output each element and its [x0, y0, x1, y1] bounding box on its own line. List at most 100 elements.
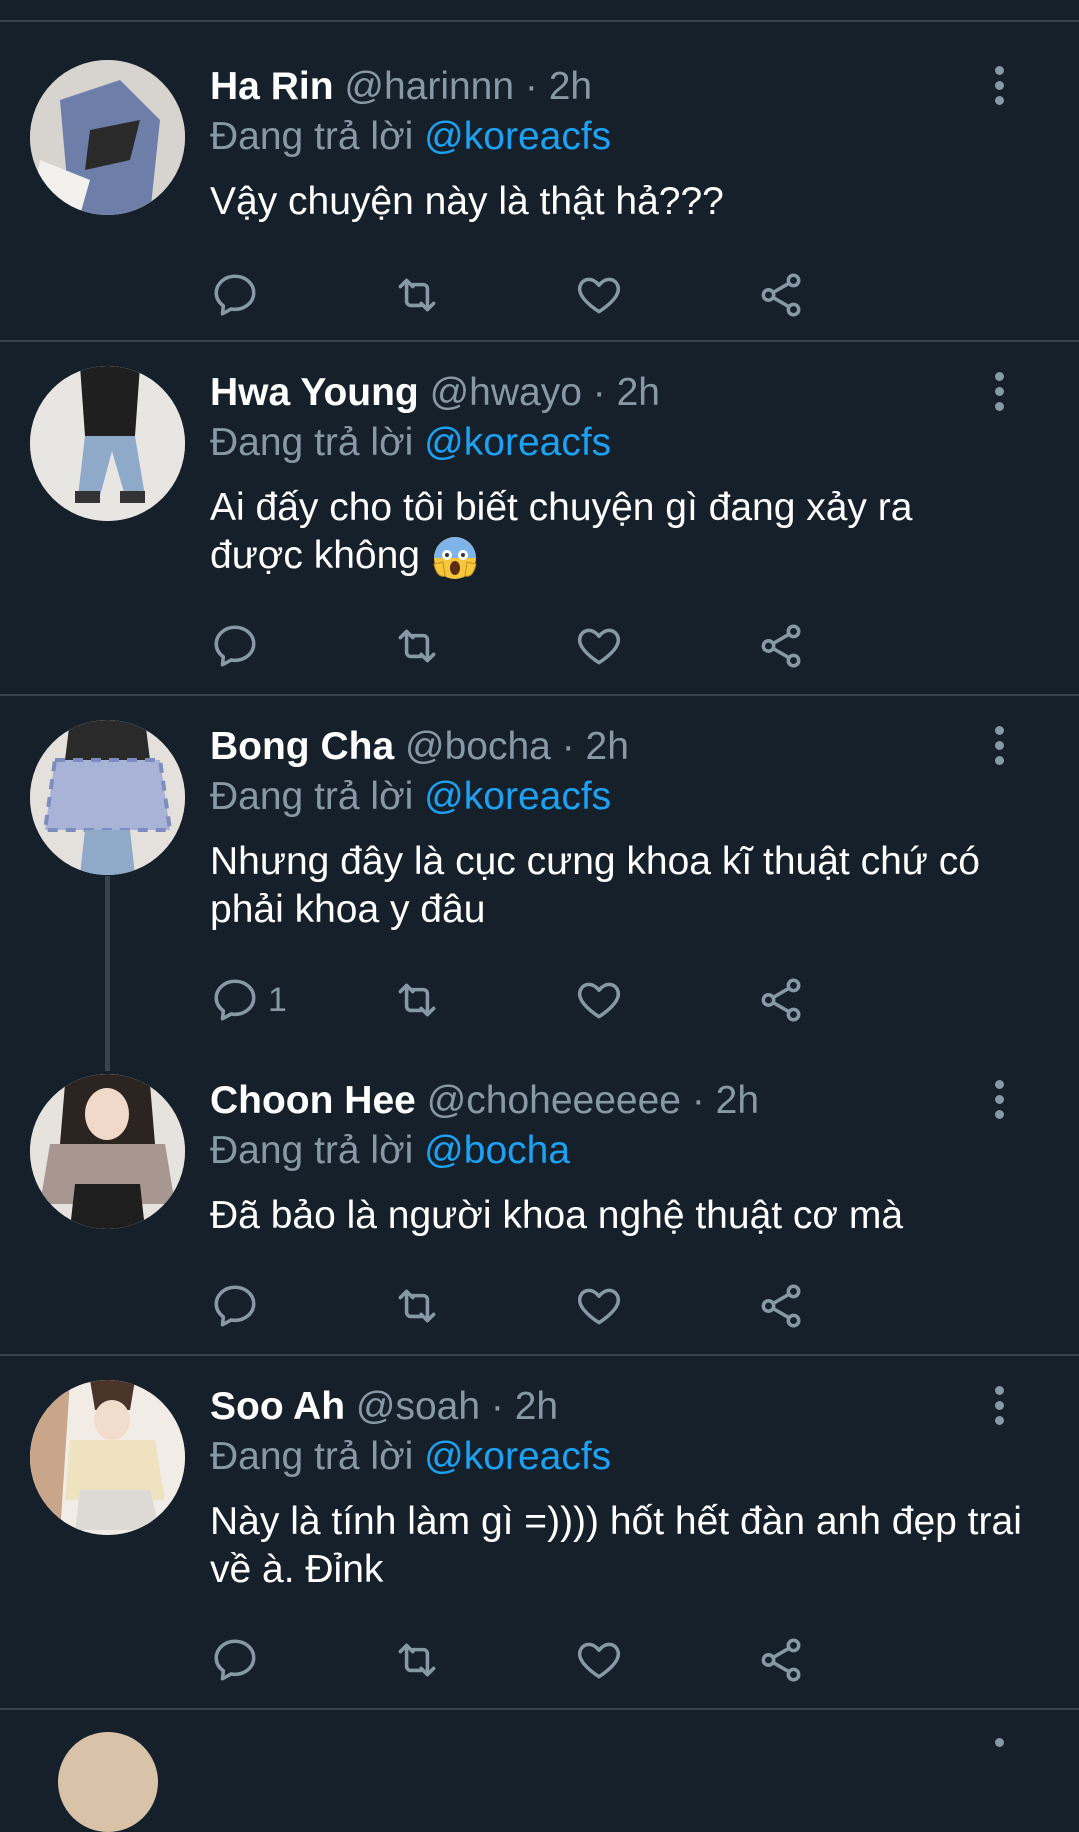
replying-to: Đang trả lời @koreacfs — [210, 114, 611, 160]
reply-button[interactable]: 1 — [210, 970, 287, 1030]
share-icon — [761, 1284, 801, 1328]
replying-to: Đang trả lời @koreacfs — [210, 1434, 611, 1480]
retweet-icon — [398, 983, 436, 1017]
action-bar — [210, 616, 910, 676]
retweet-button[interactable] — [392, 970, 442, 1030]
share-button[interactable] — [756, 1276, 806, 1336]
share-button[interactable] — [756, 265, 806, 325]
heart-icon — [577, 982, 621, 1019]
like-button[interactable] — [574, 1276, 624, 1336]
replying-to: Đang trả lời @koreacfs — [210, 420, 611, 466]
tweet[interactable]: Bong Cha @bocha · 2h Đang trả lời @korea… — [0, 720, 1079, 1050]
avatar[interactable] — [30, 720, 185, 875]
tweet-text: Đã bảo là người khoa nghệ thuật cơ mà — [210, 1194, 904, 1237]
reply-button[interactable] — [210, 265, 268, 325]
author-name[interactable]: Choon Hee — [210, 1079, 416, 1122]
tweet-divider — [0, 340, 1079, 342]
heart-icon — [577, 277, 621, 314]
timestamp[interactable]: 2h — [716, 1079, 759, 1122]
retweet-icon — [398, 278, 436, 312]
like-button[interactable] — [574, 1630, 624, 1690]
mention-link[interactable]: @koreacfs — [424, 775, 611, 818]
timestamp[interactable]: 2h — [586, 725, 629, 768]
more-vertical-icon[interactable] — [984, 726, 1014, 776]
reply-icon — [214, 979, 256, 1021]
share-button[interactable] — [756, 616, 806, 676]
tweet[interactable]: Ha Rin @harinnn · 2h Đang trả lời @korea… — [0, 60, 1079, 340]
tweet-header: Choon Hee @choheeeeee · 2h — [210, 1078, 759, 1124]
action-bar: 1 — [210, 970, 910, 1030]
screaming-face-emoji — [433, 536, 477, 579]
author-handle[interactable]: @soah — [356, 1385, 480, 1428]
author-handle[interactable]: @harinnn — [344, 65, 514, 108]
more-vertical-icon[interactable] — [984, 1386, 1014, 1436]
share-icon — [761, 273, 801, 317]
more-vertical-icon[interactable] — [984, 66, 1014, 116]
replying-prefix: Đang trả lời — [210, 1129, 425, 1172]
like-button[interactable] — [574, 970, 624, 1030]
share-button[interactable] — [756, 1630, 806, 1690]
reply-icon — [214, 625, 256, 667]
retweet-button[interactable] — [392, 1276, 442, 1336]
separator-dot: · — [514, 65, 549, 108]
replying-to: Đang trả lời @bocha — [210, 1128, 570, 1174]
tweet[interactable]: Soo Ah @soah · 2h Đang trả lời @koreacfs… — [0, 1380, 1079, 1710]
timestamp[interactable]: 2h — [549, 65, 592, 108]
action-bar — [210, 1276, 910, 1336]
tweet-header: Soo Ah @soah · 2h — [210, 1384, 558, 1430]
avatar[interactable] — [30, 1380, 185, 1535]
share-icon — [761, 1638, 801, 1682]
separator-dot: · — [480, 1385, 515, 1428]
replying-prefix: Đang trả lời — [210, 775, 425, 818]
tweet-text-content: Ai đấy cho tôi biết chuyện gì đang xảy r… — [210, 486, 913, 577]
tweet-text: Nhưng đây là cục cưng khoa kĩ thuật chứ … — [210, 840, 980, 931]
mention-link[interactable]: @koreacfs — [424, 421, 611, 464]
tweet-text: Ai đấy cho tôi biết chuyện gì đang xảy r… — [210, 484, 990, 582]
replying-prefix: Đang trả lời — [210, 115, 425, 158]
share-icon — [761, 978, 801, 1022]
share-button[interactable] — [756, 970, 806, 1030]
heart-icon — [577, 628, 621, 665]
retweet-button[interactable] — [392, 265, 442, 325]
tweet[interactable]: Hwa Young @hwayo · 2h Đang trả lời @kore… — [0, 366, 1079, 691]
timestamp[interactable]: 2h — [515, 1385, 558, 1428]
author-handle[interactable]: @choheeeeee — [427, 1079, 681, 1122]
avatar[interactable] — [30, 1074, 185, 1229]
avatar[interactable] — [58, 1732, 158, 1832]
tweet-header: Hwa Young @hwayo · 2h — [210, 370, 660, 416]
author-name[interactable]: Ha Rin — [210, 65, 334, 108]
heart-icon — [577, 1288, 621, 1325]
reply-icon — [214, 274, 256, 316]
replying-prefix: Đang trả lời — [210, 421, 425, 464]
reply-button[interactable] — [210, 1276, 268, 1336]
tweet[interactable]: Choon Hee @choheeeeee · 2h Đang trả lời … — [0, 1074, 1079, 1354]
tweet-text: Này là tính làm gì =)))) hốt hết đàn anh… — [210, 1500, 1022, 1591]
avatar[interactable] — [30, 366, 185, 521]
top-divider — [0, 0, 1079, 22]
retweet-button[interactable] — [392, 616, 442, 676]
more-vertical-icon[interactable] — [984, 1738, 1014, 1788]
replying-to: Đang trả lời @koreacfs — [210, 774, 611, 820]
replying-prefix: Đang trả lời — [210, 1435, 425, 1478]
author-name[interactable]: Bong Cha — [210, 725, 394, 768]
action-bar — [210, 1630, 910, 1690]
more-vertical-icon[interactable] — [984, 372, 1014, 422]
like-button[interactable] — [574, 616, 624, 676]
tweet-divider — [0, 1708, 1079, 1710]
author-name[interactable]: Hwa Young — [210, 371, 419, 414]
mention-link[interactable]: @koreacfs — [424, 115, 611, 158]
avatar[interactable] — [30, 60, 185, 215]
mention-link[interactable]: @bocha — [424, 1129, 570, 1172]
author-name[interactable]: Soo Ah — [210, 1385, 345, 1428]
reply-button[interactable] — [210, 616, 268, 676]
retweet-icon — [398, 1643, 436, 1677]
timestamp[interactable]: 2h — [617, 371, 660, 414]
author-handle[interactable]: @hwayo — [430, 371, 582, 414]
more-vertical-icon[interactable] — [984, 1080, 1014, 1130]
retweet-button[interactable] — [392, 1630, 442, 1690]
mention-link[interactable]: @koreacfs — [424, 1435, 611, 1478]
like-button[interactable] — [574, 265, 624, 325]
reply-button[interactable] — [210, 1630, 268, 1690]
separator-dot: · — [681, 1079, 716, 1122]
author-handle[interactable]: @bocha — [405, 725, 551, 768]
